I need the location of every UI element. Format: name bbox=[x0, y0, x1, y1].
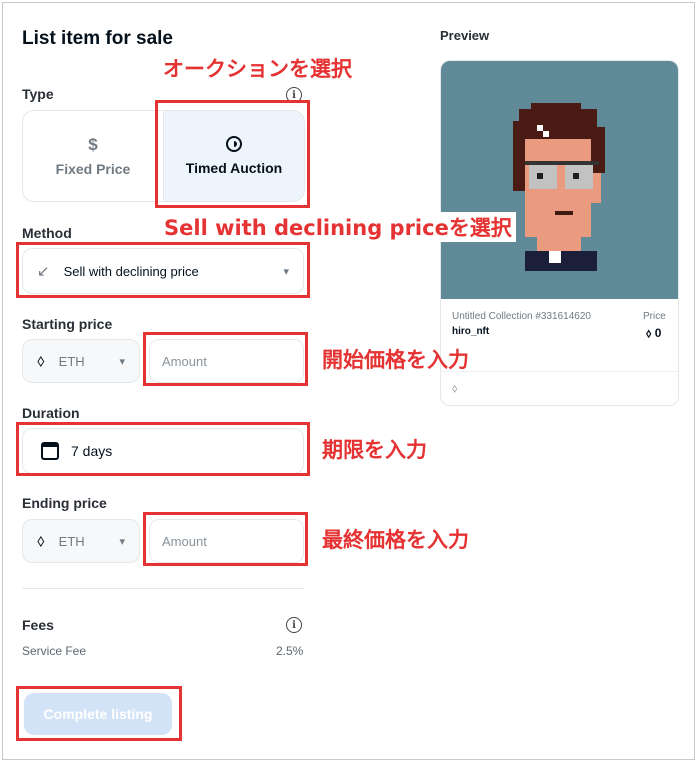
annotation-note-ending: 最終価格を入力 bbox=[322, 528, 469, 552]
price-row: ⬨ 0 bbox=[646, 326, 661, 341]
dollar-icon: $ bbox=[88, 134, 98, 154]
currency-label: ETH bbox=[58, 353, 85, 369]
annotation-note-type: オークションを選択 bbox=[163, 57, 352, 81]
card-divider bbox=[441, 371, 678, 372]
annotation-note-duration: 期限を入力 bbox=[322, 438, 427, 462]
page-title: List item for sale bbox=[22, 28, 173, 49]
ending-currency-select[interactable]: ⬨ ETH ▾ bbox=[22, 519, 140, 563]
nft-preview-image bbox=[441, 61, 678, 299]
annotation-note-method: Sell with declining priceを選択 bbox=[160, 212, 516, 242]
annotation-note-starting: 開始価格を入力 bbox=[322, 348, 469, 372]
fees-label: Fees bbox=[22, 617, 54, 633]
starting-currency-select[interactable]: ⬨ ETH ▾ bbox=[22, 339, 140, 383]
method-label: Method bbox=[22, 225, 72, 241]
price-label: Price bbox=[643, 311, 666, 322]
service-fee-value: 2.5% bbox=[276, 644, 304, 658]
type-option-fixed-price[interactable]: $ Fixed Price bbox=[22, 110, 164, 202]
divider bbox=[22, 588, 304, 589]
ending-price-label: Ending price bbox=[22, 495, 107, 511]
preview-label: Preview bbox=[440, 28, 490, 43]
info-icon[interactable]: i bbox=[286, 617, 302, 633]
eth-icon: ⬨ bbox=[646, 326, 652, 340]
annotation-box-method bbox=[16, 242, 310, 298]
type-option-label: Fixed Price bbox=[55, 160, 131, 177]
currency-label: ETH bbox=[58, 533, 85, 549]
chevron-down-icon: ▾ bbox=[119, 355, 125, 368]
eth-icon: ⬨ bbox=[37, 531, 45, 550]
annotation-box-ending-price bbox=[143, 512, 308, 566]
type-label: Type bbox=[22, 86, 54, 102]
starting-price-label: Starting price bbox=[22, 316, 113, 332]
owner-name: hiro_nft bbox=[452, 326, 490, 337]
eth-icon: ⬨ bbox=[452, 381, 458, 395]
collection-name: Untitled Collection #331614620 bbox=[452, 311, 591, 322]
annotation-box-duration bbox=[16, 422, 310, 476]
duration-label: Duration bbox=[22, 405, 80, 421]
annotation-box-complete bbox=[16, 686, 182, 741]
service-fee-label: Service Fee bbox=[22, 644, 87, 658]
chevron-down-icon: ▾ bbox=[119, 535, 125, 548]
price-value: 0 bbox=[654, 326, 662, 340]
eth-icon: ⬨ bbox=[37, 351, 45, 370]
pixel-avatar-image bbox=[513, 103, 605, 271]
annotation-box-type bbox=[155, 100, 310, 208]
annotation-box-starting-price bbox=[143, 332, 308, 386]
